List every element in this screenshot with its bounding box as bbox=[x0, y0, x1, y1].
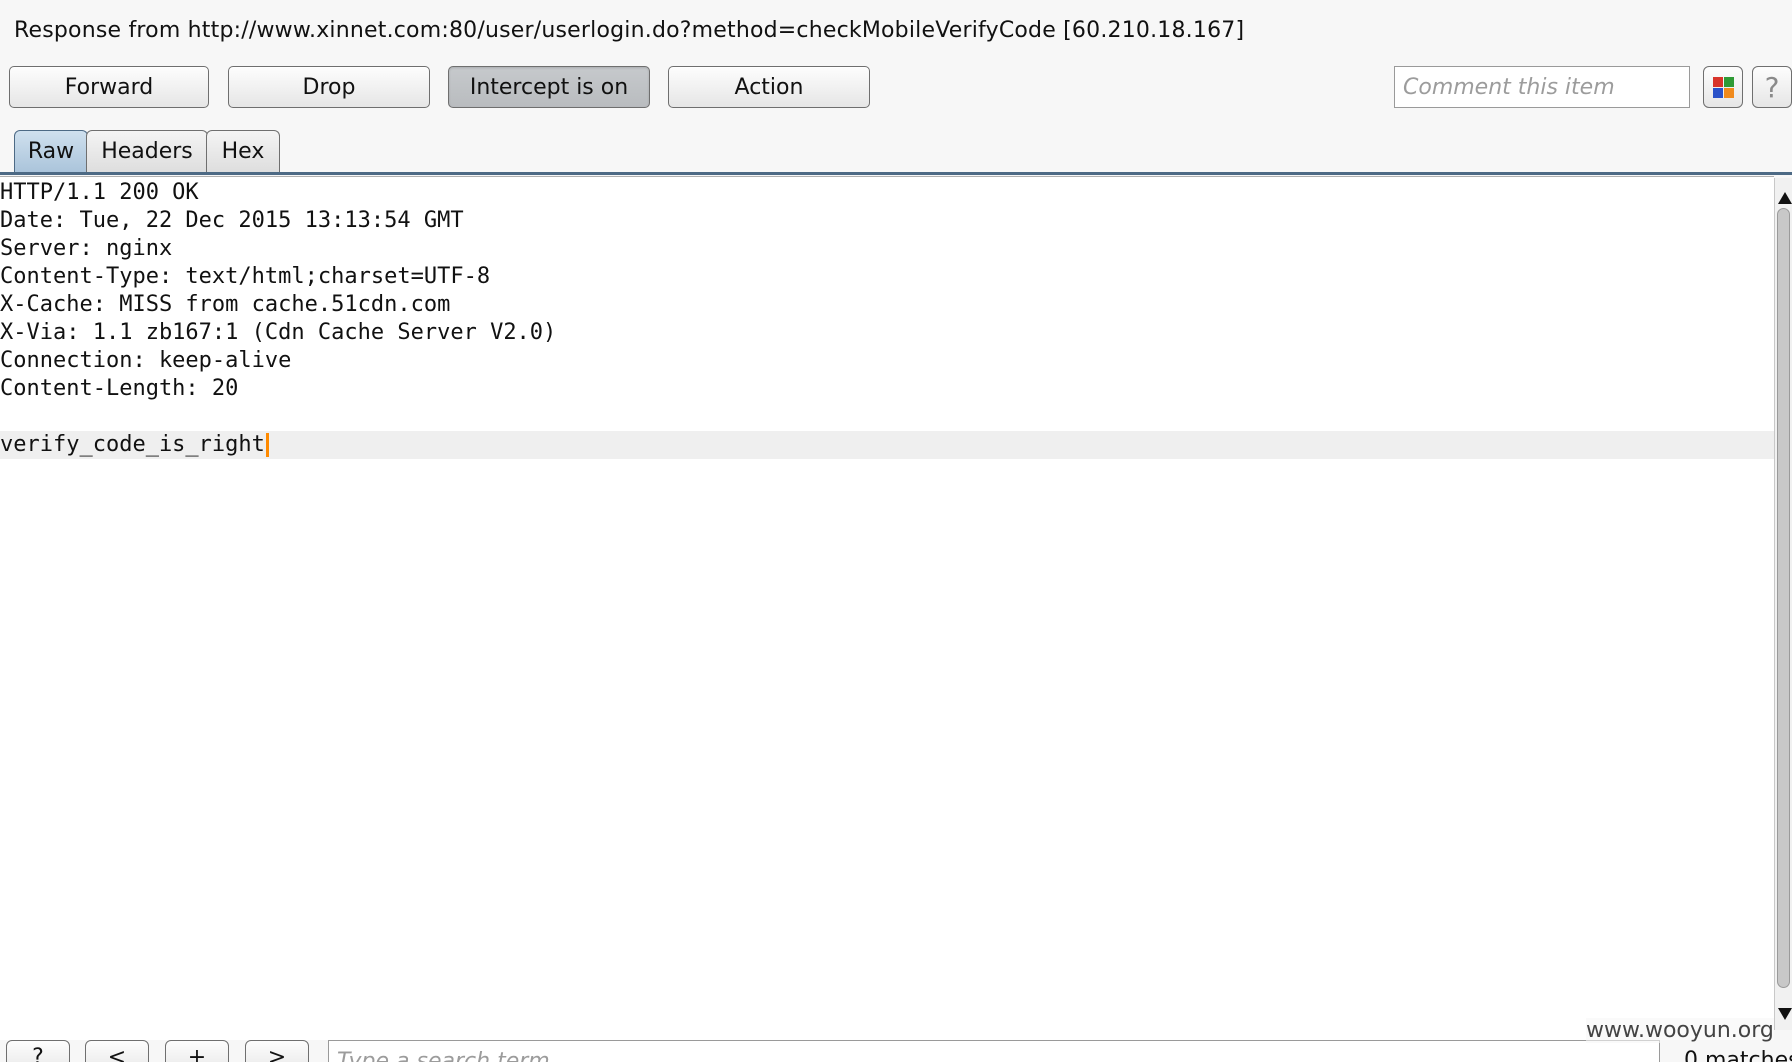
forward-button[interactable]: Forward bbox=[9, 66, 209, 108]
editor-line-text: X-Via: 1.1 zb167:1 (Cdn Cache Server V2.… bbox=[0, 320, 557, 345]
help-button[interactable]: ? bbox=[1752, 66, 1792, 108]
color-swatch-green bbox=[1724, 77, 1734, 87]
editor-line-text: Server: nginx bbox=[0, 236, 173, 261]
search-match-count: 0 matches bbox=[1684, 1048, 1792, 1062]
editor-line: HTTP/1.1 200 OK bbox=[0, 179, 1774, 207]
raw-message-editor[interactable]: HTTP/1.1 200 OK Date: Tue, 22 Dec 2015 13… bbox=[0, 176, 1774, 1041]
help-icon: ? bbox=[1764, 71, 1780, 104]
action-button[interactable]: Action bbox=[668, 66, 870, 108]
tab-hex[interactable]: Hex bbox=[206, 130, 280, 174]
editor-line-text: verify_code_is_right bbox=[0, 432, 265, 457]
editor-line-text: Connection: keep-alive bbox=[0, 348, 292, 373]
color-swatch-blue bbox=[1713, 88, 1723, 98]
tab-content-divider bbox=[0, 172, 1792, 175]
editor-line: Server: nginx bbox=[0, 235, 1774, 263]
tab-raw[interactable]: Raw bbox=[14, 130, 88, 174]
editor-line-text: X-Cache: MISS from cache.51cdn.com bbox=[0, 292, 451, 317]
editor-line-text: Content-Type: text/html;charset=UTF-8 bbox=[0, 264, 491, 289]
comment-input[interactable] bbox=[1394, 66, 1690, 108]
editor-line: X-Via: 1.1 zb167:1 (Cdn Cache Server V2.… bbox=[0, 319, 1774, 347]
search-next-button[interactable]: > bbox=[245, 1040, 309, 1062]
tab-headers[interactable]: Headers bbox=[86, 130, 208, 174]
watermark-text: www.wooyun.org bbox=[1586, 1018, 1774, 1043]
response-title: Response from http://www.xinnet.com:80/u… bbox=[14, 18, 1245, 43]
editor-line: Date: Tue, 22 Dec 2015 13:13:54 GMT bbox=[0, 207, 1774, 235]
editor-line: Connection: keep-alive bbox=[0, 347, 1774, 375]
search-input[interactable] bbox=[328, 1040, 1660, 1062]
scroll-up-icon[interactable] bbox=[1778, 192, 1792, 204]
search-previous-button[interactable]: < bbox=[85, 1040, 149, 1062]
editor-line-text: Date: Tue, 22 Dec 2015 13:13:54 GMT bbox=[0, 208, 464, 233]
text-caret bbox=[265, 433, 269, 457]
highlight-color-button[interactable] bbox=[1703, 66, 1743, 108]
editor-line-text: HTTP/1.1 200 OK bbox=[0, 180, 199, 205]
drop-button[interactable]: Drop bbox=[228, 66, 430, 108]
editor-line-text: Content-Length: 20 bbox=[0, 376, 239, 401]
proxy-intercept-window: Response from http://www.xinnet.com:80/u… bbox=[0, 0, 1792, 1062]
scroll-down-icon[interactable] bbox=[1778, 1008, 1792, 1020]
editor-line: X-Cache: MISS from cache.51cdn.com bbox=[0, 291, 1774, 319]
editor-line: Content-Type: text/html;charset=UTF-8 bbox=[0, 263, 1774, 291]
intercept-toggle-button[interactable]: Intercept is on bbox=[448, 66, 650, 108]
search-help-button[interactable]: ? bbox=[6, 1040, 70, 1062]
color-swatch-red bbox=[1713, 77, 1723, 87]
vertical-scrollbar[interactable] bbox=[1774, 178, 1792, 1030]
scroll-thumb[interactable] bbox=[1777, 208, 1790, 988]
search-add-button[interactable]: + bbox=[165, 1040, 229, 1062]
color-swatch-orange bbox=[1724, 88, 1734, 98]
color-grid-icon bbox=[1713, 77, 1734, 98]
editor-line: verify_code_is_right bbox=[0, 431, 1774, 459]
editor-line: Content-Length: 20 bbox=[0, 375, 1774, 403]
